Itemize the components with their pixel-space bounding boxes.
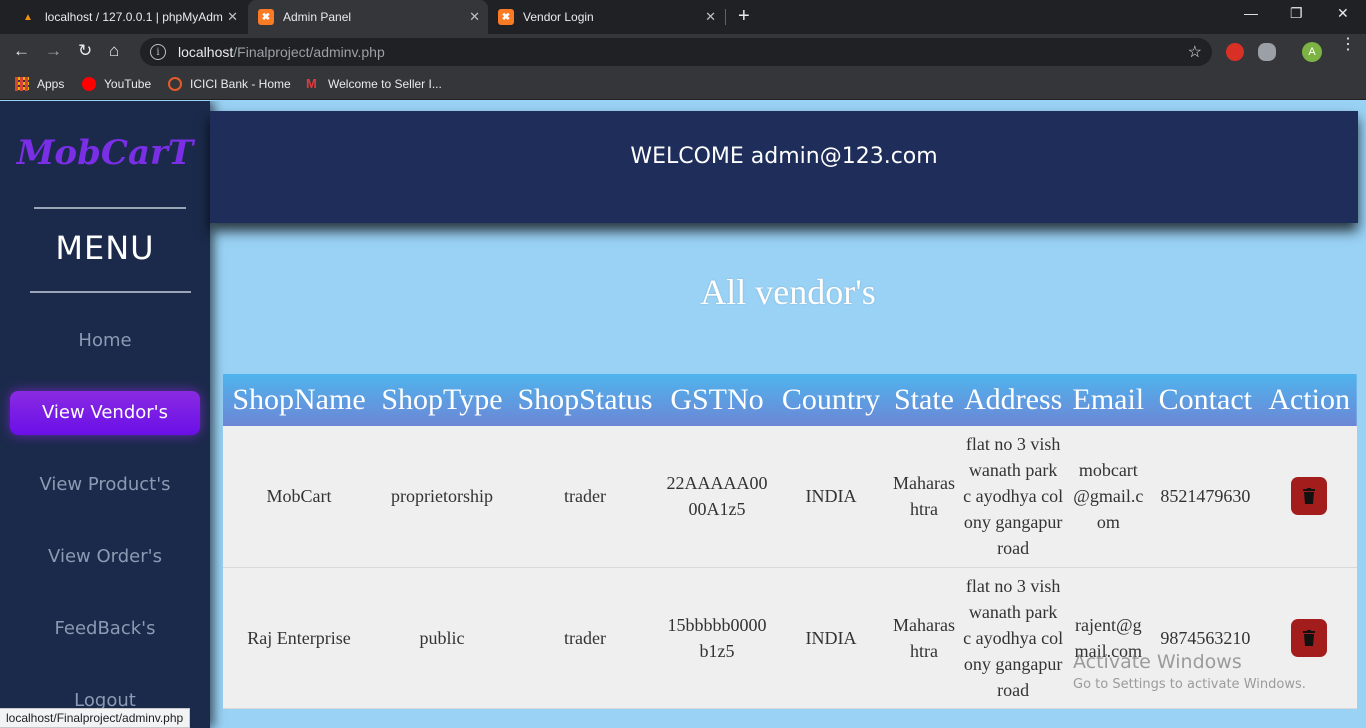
cell-email: mobcart@gmail.com [1073,460,1144,533]
cell-shopstatus: trader [564,486,606,507]
restore-icon[interactable]: ❐ [1290,5,1303,22]
column-header: Contact [1158,383,1252,416]
cell-state: Maharashtra [893,473,955,520]
status-bar-url: localhost/Finalproject/adminv.php [0,708,191,728]
logo: MobCarT [16,133,194,173]
trash-icon [1303,629,1316,646]
extension-red-icon[interactable] [1226,43,1244,61]
cell-contact: 8521479630 [1160,486,1251,507]
bookmark-seller[interactable]: M Welcome to Seller I... [306,76,442,92]
cell-address: flat no 3 vishwanath park c ayodhya colo… [963,434,1064,559]
close-tab-icon[interactable]: ✕ [469,9,480,25]
table-header-row: ShopName ShopType ShopStatus GSTNo Count… [223,374,1357,426]
xampp-favicon-icon: ✖ [498,9,514,25]
sidebar-item-feedbacks[interactable]: FeedBack's [0,618,210,639]
tab-title: localhost / 127.0.0.1 | phpMyAdm [45,10,223,24]
tab-title: Admin Panel [283,10,352,24]
cell-shopname: MobCart [266,486,332,507]
divider [30,291,191,293]
cell-action [1261,426,1357,567]
tab-separator [725,9,726,25]
cell-country: INDIA [805,627,857,648]
bookmark-icici[interactable]: ICICI Bank - Home [168,77,291,91]
column-header: Country [781,383,881,416]
address-bar[interactable]: i localhost/Finalproject/adminv.php ☆ [140,38,1212,66]
close-tab-icon[interactable]: ✕ [705,9,716,25]
menu-title: MENU [55,229,155,267]
tab-phpmyadmin[interactable]: ▲ localhost / 127.0.0.1 | phpMyAdm ✕ [8,0,246,34]
table-row: MobCart proprietorship trader 22AAAAA000… [223,426,1357,567]
trash-icon [1303,488,1316,505]
bookmark-apps[interactable]: Apps [15,77,64,91]
column-header: ShopName [232,383,366,416]
cell-address: flat no 3 vishwanath park c ayodhya colo… [963,575,1064,700]
new-tab-icon[interactable]: + [738,6,750,26]
minimize-icon[interactable]: — [1244,5,1258,21]
back-arrow-icon[interactable]: ← [13,40,30,62]
column-header: GSTNo [670,383,764,416]
cell-shopname: Raj Enterprise [247,627,351,648]
forward-arrow-icon[interactable]: → [45,40,62,62]
column-header: ShopStatus [517,383,653,416]
bookmark-label: Apps [37,77,65,91]
delete-button[interactable] [1291,477,1328,516]
tab-vendor-login[interactable]: ✖ Vendor Login ✕ [488,0,724,34]
cell-gstno: 15bbbbb0000b1z5 [667,614,767,661]
divider [34,207,186,209]
column-header: State [894,383,954,416]
tab-title: Vendor Login [523,10,594,24]
cell-state: Maharashtra [893,614,955,661]
bookmark-label: ICICI Bank - Home [190,77,291,91]
column-header: Action [1268,383,1350,416]
column-header: ShopType [381,383,503,416]
windows-activation-watermark: Activate Windows Go to Settings to activ… [1073,651,1306,692]
close-window-icon[interactable]: ✕ [1337,5,1349,22]
welcome-header: WELCOME admin@123.com [210,111,1358,223]
bookmark-label: Welcome to Seller I... [328,77,442,91]
reload-icon[interactable]: ↻ [78,40,92,62]
info-icon[interactable]: i [150,44,166,60]
sidebar-item-view-products[interactable]: View Product's [0,474,210,495]
watermark-title: Activate Windows [1073,651,1242,673]
cell-shoptype: public [419,627,465,648]
sidebar-item-view-orders[interactable]: View Order's [0,546,210,567]
phpmyadmin-favicon-icon: ▲ [23,11,33,23]
url-host: localhost [178,44,234,60]
sidebar: MobCarT MENU Home View Vendor's View Pro… [0,101,210,728]
page-content: MobCarT MENU Home View Vendor's View Pro… [0,101,1366,728]
url-path: /Finalproject/adminv.php [233,44,385,60]
bookmark-youtube[interactable]: YouTube [82,77,151,91]
profile-avatar[interactable]: A [1302,42,1322,62]
cell-shoptype: proprietorship [391,486,493,507]
close-tab-icon[interactable]: ✕ [227,9,238,25]
extension-cloud-icon[interactable] [1258,43,1276,61]
youtube-icon [82,77,96,91]
xampp-favicon-icon: ✖ [258,9,274,25]
browser-tabstrip: ▲ localhost / 127.0.0.1 | phpMyAdm ✕ ✖ A… [0,0,1366,34]
cell-country: INDIA [805,486,857,507]
icici-icon [168,77,182,91]
page-title: All vendor's [700,272,876,312]
bookmark-star-icon[interactable]: ☆ [1188,42,1202,62]
column-header: Address [964,383,1063,416]
sidebar-item-view-vendors[interactable]: View Vendor's [10,391,200,435]
sidebar-item-home[interactable]: Home [0,330,210,351]
tab-admin-panel[interactable]: ✖ Admin Panel ✕ [248,0,488,34]
apps-grid-icon [15,77,29,91]
column-header: Email [1072,383,1145,416]
bookmarks-bar: Apps YouTube ICICI Bank - Home M Welcome… [0,70,1366,100]
browser-menu-icon[interactable]: ⋮ [1340,37,1356,53]
seller-m-icon: M [306,76,317,91]
home-icon[interactable]: ⌂ [109,40,119,62]
cell-gstno: 22AAAAA0000A1z5 [666,473,768,520]
browser-toolbar: ← → ↻ ⌂ i localhost/Finalproject/adminv.… [0,34,1366,70]
watermark-subtitle: Go to Settings to activate Windows. [1073,677,1306,692]
cell-shopstatus: trader [564,627,606,648]
bookmark-label: YouTube [104,77,152,91]
